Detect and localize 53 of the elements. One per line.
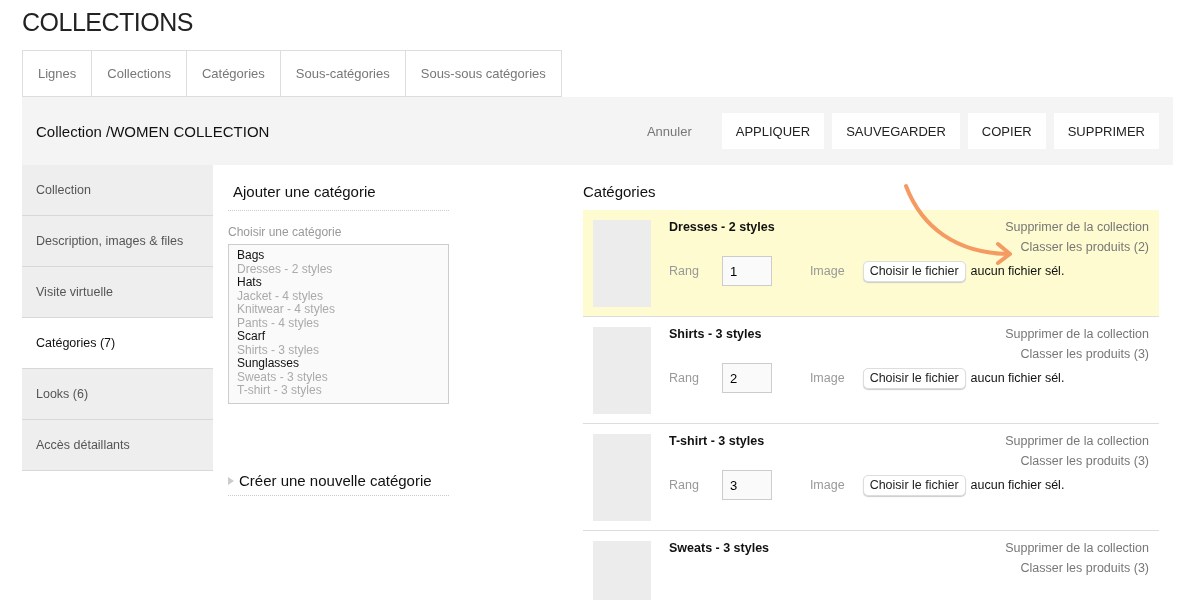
category-name: Dresses - 2 styles (669, 220, 775, 236)
list-option[interactable]: Bags (237, 249, 440, 263)
list-option[interactable]: Scarf (237, 330, 440, 344)
sidebar-item[interactable]: Description, images & files (22, 216, 213, 267)
list-option[interactable]: Sunglasses (237, 357, 440, 371)
tab[interactable]: Sous-catégories (280, 50, 406, 97)
category-name: Sweats - 3 styles (669, 541, 770, 557)
image-label: Image (809, 264, 845, 278)
collection-title: Collection /WOMEN COLLECTION (36, 122, 271, 140)
field-label: Choisir une catégorie (228, 225, 343, 239)
tab[interactable]: Catégories (186, 50, 281, 97)
choose-file-button[interactable]: Choisir le fichier (862, 260, 966, 282)
choose-file-button[interactable]: Choisir le fichier (862, 367, 966, 389)
category-name: Shirts - 3 styles (669, 327, 762, 343)
action-button[interactable]: APPLIQUER (721, 113, 825, 149)
sidebar-item[interactable]: Looks (6) (22, 369, 213, 420)
remove-link[interactable]: Supprimer de la collection (1005, 220, 1149, 234)
rank-label: Rang (669, 371, 699, 385)
category-name: T-shirt - 3 styles (669, 434, 765, 450)
rank-field[interactable]: 3 (721, 470, 772, 500)
tab[interactable]: Sous-sous catégories (405, 50, 562, 97)
sidebar-item[interactable]: Accès détaillants (22, 420, 213, 471)
sort-link[interactable]: Classer les produits (3) (1020, 454, 1149, 468)
image-label: Image (809, 371, 845, 385)
page-title: COLLECTIONS (22, 7, 194, 38)
tab[interactable]: Lignes (22, 50, 93, 97)
image-label: Image (809, 478, 845, 492)
file-status: aucun fichier sél. (970, 264, 1065, 278)
remove-link[interactable]: Supprimer de la collection (1005, 434, 1149, 448)
remove-link[interactable]: Supprimer de la collection (1005, 327, 1149, 341)
cancel-link[interactable]: Annuler (646, 123, 692, 139)
action-button[interactable]: COPIER (967, 113, 1046, 149)
rank-label: Rang (669, 478, 699, 492)
choose-file-button[interactable]: Choisir le fichier (862, 474, 966, 496)
expand-icon[interactable] (228, 476, 234, 485)
section-heading: Catégories (583, 182, 657, 202)
sort-link[interactable]: Classer les produits (3) (1020, 561, 1149, 575)
section-heading[interactable]: Créer une nouvelle catégorie (239, 472, 432, 489)
action-button[interactable]: SUPPRIMER (1053, 113, 1159, 149)
rank-label: Rang (669, 264, 699, 278)
file-status: aucun fichier sél. (970, 478, 1065, 492)
sidebar-item[interactable]: Collection (22, 165, 213, 216)
rank-field[interactable]: 1 (721, 256, 772, 286)
rank-field[interactable]: 2 (721, 363, 772, 393)
list-option[interactable]: Hats (237, 276, 440, 290)
remove-link[interactable]: Supprimer de la collection (1005, 541, 1149, 555)
sort-link[interactable]: Classer les produits (2) (1020, 240, 1149, 254)
sidebar-item[interactable]: Visite virtuelle (22, 267, 213, 318)
tab[interactable]: Collections (92, 50, 187, 97)
section-heading: Ajouter une catégorie (228, 165, 449, 211)
action-button[interactable]: SAUVEGARDER (832, 113, 960, 149)
file-status: aucun fichier sél. (970, 371, 1065, 385)
sort-link[interactable]: Classer les produits (3) (1020, 347, 1149, 361)
